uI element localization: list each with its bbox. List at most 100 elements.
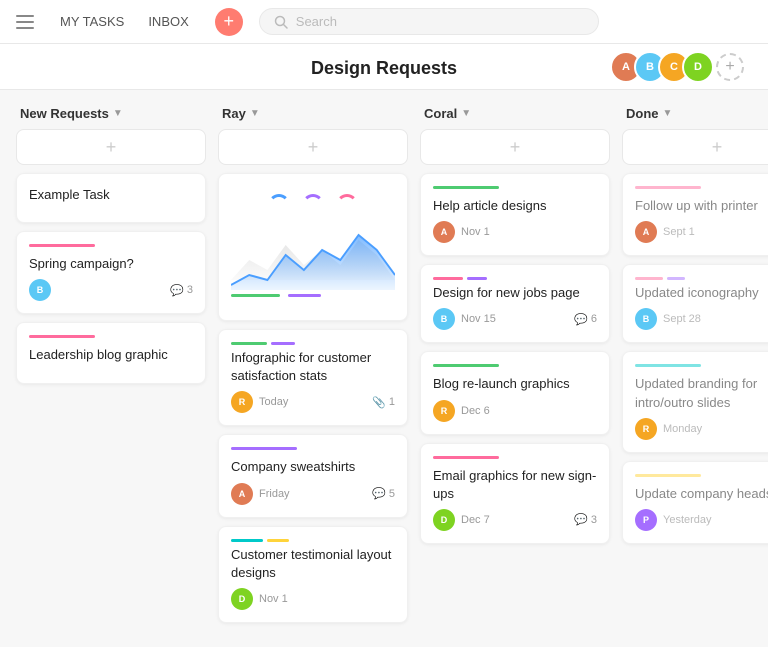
card-title: Email graphics for new sign-ups xyxy=(433,467,597,503)
card-blog-relaunch: Blog re-launch graphics R Dec 6 xyxy=(420,351,610,434)
loader-ring-3 xyxy=(336,194,358,216)
chevron-icon: ▼ xyxy=(663,108,673,119)
column-coral: Coral ▼ + Help article designs A Nov 1 D… xyxy=(420,106,610,552)
card-meta: A Nov 1 xyxy=(433,221,597,243)
add-button[interactable]: + xyxy=(215,8,243,36)
card-date: Friday xyxy=(259,488,290,500)
add-card-coral[interactable]: + xyxy=(420,129,610,165)
card-infographic: Infographic for customer satisfaction st… xyxy=(218,329,408,426)
column-label-coral: Coral xyxy=(424,106,457,121)
card-avatar: A xyxy=(635,221,657,243)
card-count: 💬 5 xyxy=(372,487,395,500)
search-icon xyxy=(274,15,288,29)
add-card-ray[interactable]: + xyxy=(218,129,408,165)
card-avatar: D xyxy=(231,588,253,610)
card-bar xyxy=(635,186,701,189)
card-bar xyxy=(635,364,701,367)
card-meta: B 💬 3 xyxy=(29,279,193,301)
card-leadership-blog: Leadership blog graphic xyxy=(16,322,206,383)
card-title: Design for new jobs page xyxy=(433,284,597,302)
card-date: Today xyxy=(259,396,288,408)
card-title: Infographic for customer satisfaction st… xyxy=(231,349,395,385)
topbar: MY TASKS INBOX + Search xyxy=(0,0,768,44)
card-title: Company sweatshirts xyxy=(231,458,395,476)
card-meta: R Today 📎 1 xyxy=(231,391,395,413)
card-updated-branding: Updated branding for intro/outro slides … xyxy=(622,351,768,452)
card-example-task: Example Task xyxy=(16,173,206,223)
card-meta: R Dec 6 xyxy=(433,400,597,422)
card-bars xyxy=(231,342,395,345)
topbar-nav: MY TASKS INBOX xyxy=(50,8,199,35)
avatars-group: A B C D + xyxy=(610,51,744,83)
loader-ring-2 xyxy=(302,194,324,216)
avatar-add-button[interactable]: + xyxy=(716,53,744,81)
card-bar xyxy=(635,474,701,477)
card-date: Dec 7 xyxy=(461,514,490,526)
card-date: Sept 28 xyxy=(663,313,701,325)
card-meta: P Yesterday xyxy=(635,509,768,531)
card-meta: D Dec 7 💬 3 xyxy=(433,509,597,531)
card-help-article: Help article designs A Nov 1 xyxy=(420,173,610,256)
card-avatar: A xyxy=(231,483,253,505)
card-email-graphics: Email graphics for new sign-ups D Dec 7 … xyxy=(420,443,610,544)
card-date: Dec 6 xyxy=(461,405,490,417)
nav-my-tasks[interactable]: MY TASKS xyxy=(50,8,134,35)
card-title: Updated iconography xyxy=(635,284,768,302)
card-meta: B Nov 15 💬 6 xyxy=(433,308,597,330)
card-date: Nov 15 xyxy=(461,313,496,325)
chevron-icon: ▼ xyxy=(113,108,123,119)
avatar-4[interactable]: D xyxy=(682,51,714,83)
card-meta: R Monday xyxy=(635,418,768,440)
search-bar[interactable]: Search xyxy=(259,8,599,35)
card-date: Nov 1 xyxy=(259,593,288,605)
card-meta: B Sept 28 xyxy=(635,308,768,330)
add-card-done[interactable]: + xyxy=(622,129,768,165)
column-header-ray: Ray ▼ xyxy=(218,106,408,121)
card-count: 💬 3 xyxy=(574,513,597,526)
board: New Requests ▼ + Example Task Spring cam… xyxy=(0,90,768,647)
loader-area xyxy=(231,186,395,220)
card-bar-green xyxy=(231,294,280,297)
card-count: 💬 6 xyxy=(574,313,597,326)
nav-inbox[interactable]: INBOX xyxy=(138,8,198,35)
card-avatar: A xyxy=(433,221,455,243)
card-avatar: R xyxy=(433,400,455,422)
card-bars xyxy=(433,277,597,280)
card-avatar: B xyxy=(635,308,657,330)
card-testimonial: Customer testimonial layout designs D No… xyxy=(218,526,408,623)
card-meta: D Nov 1 xyxy=(231,588,395,610)
card-date: Yesterday xyxy=(663,514,712,526)
card-bar xyxy=(433,186,499,189)
card-avatar: R xyxy=(231,391,253,413)
search-placeholder: Search xyxy=(296,14,337,29)
column-header-coral: Coral ▼ xyxy=(420,106,610,121)
card-title: Help article designs xyxy=(433,197,597,215)
card-follow-printer: Follow up with printer A Sept 1 xyxy=(622,173,768,256)
menu-button[interactable] xyxy=(16,15,34,29)
add-card-new-requests[interactable]: + xyxy=(16,129,206,165)
card-title: Customer testimonial layout designs xyxy=(231,546,395,582)
card-meta: A Friday 💬 5 xyxy=(231,483,395,505)
card-bars xyxy=(231,539,395,542)
card-title: Follow up with printer xyxy=(635,197,768,215)
mini-chart-svg xyxy=(231,220,395,290)
card-spring-campaign: Spring campaign? B 💬 3 xyxy=(16,231,206,314)
card-design-jobs: Design for new jobs page B Nov 15 💬 6 xyxy=(420,264,610,343)
column-new-requests: New Requests ▼ + Example Task Spring cam… xyxy=(16,106,206,392)
loader-ring-1 xyxy=(268,194,290,216)
card-date: Sept 1 xyxy=(663,226,695,238)
card-bar xyxy=(29,335,95,338)
card-count: 📎 1 xyxy=(372,396,395,409)
column-label-ray: Ray xyxy=(222,106,246,121)
card-meta: A Sept 1 xyxy=(635,221,768,243)
card-bar xyxy=(231,447,297,450)
column-header-new-requests: New Requests ▼ xyxy=(16,106,206,121)
card-title: Spring campaign? xyxy=(29,255,193,273)
card-title: Example Task xyxy=(29,186,193,204)
card-bar xyxy=(433,364,499,367)
card-title: Update company headshots xyxy=(635,485,768,503)
card-avatar: R xyxy=(635,418,657,440)
page-title: Design Requests xyxy=(311,58,457,79)
card-count: 💬 3 xyxy=(170,284,193,297)
card-updated-iconography: Updated iconography B Sept 28 xyxy=(622,264,768,343)
